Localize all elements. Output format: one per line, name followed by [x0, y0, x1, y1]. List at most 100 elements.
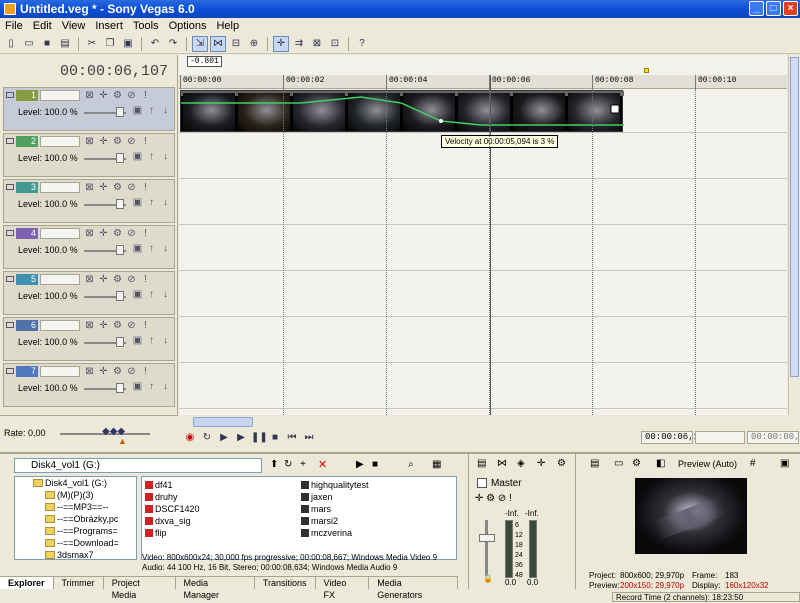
close-button[interactable]: ×: [783, 1, 798, 16]
track-name-field[interactable]: [40, 90, 80, 101]
composite-mode-icon[interactable]: ▣: [132, 381, 143, 392]
composite-mode-icon[interactable]: ▣: [132, 197, 143, 208]
redo-icon[interactable]: ↷: [165, 36, 181, 52]
video-track-header[interactable]: 3 ⊠ ✛ ⚙ ⊘! Level: 100.0 % ▣ ↑ ↓: [3, 179, 175, 223]
envelope-tool-icon[interactable]: ⋈: [210, 35, 226, 52]
explorer-play-icon[interactable]: ▶: [356, 459, 364, 470]
composite-mode-icon[interactable]: ▣: [132, 243, 143, 254]
composite-mode-icon[interactable]: ▣: [132, 289, 143, 300]
tab-media-manager[interactable]: Media Manager: [176, 577, 255, 600]
timeline[interactable]: -0.801 00:00:00 00:00:02 00:00:04 00:00:06 0…: [179, 55, 787, 415]
file-list[interactable]: df41 druhy DSCF1420 dxva_sig flip highqualit…: [141, 476, 457, 560]
explorer-views-icon[interactable]: ▦: [432, 459, 441, 470]
paste-icon[interactable]: ▣: [120, 36, 136, 52]
solo-icon[interactable]: !: [140, 366, 151, 377]
file-item[interactable]: df41: [144, 479, 200, 491]
ignore-grouping-icon[interactable]: ⊡: [327, 36, 343, 52]
track-name-field[interactable]: [40, 366, 80, 377]
mute-icon[interactable]: ⊘: [126, 228, 137, 239]
make-parent-icon[interactable]: ↑: [146, 197, 157, 208]
video-clip[interactable]: [180, 90, 624, 132]
bypass-motion-blur-icon[interactable]: ⊠: [84, 366, 95, 377]
mixer-insert-bus-icon[interactable]: ✛: [537, 458, 545, 469]
cut-icon[interactable]: ✂: [84, 36, 100, 52]
make-child-icon[interactable]: ↓: [160, 105, 171, 116]
what-this-help-icon[interactable]: ?: [354, 36, 370, 52]
folder-tree-item[interactable]: --==Download=: [15, 537, 136, 549]
track-level-thumb[interactable]: [116, 383, 124, 393]
menu-tools[interactable]: Tools: [128, 20, 164, 32]
make-parent-icon[interactable]: ↑: [146, 335, 157, 346]
file-item[interactable]: mars: [300, 503, 369, 515]
make-child-icon[interactable]: ↓: [160, 335, 171, 346]
folder-tree-item[interactable]: --==Obrázky,pc: [15, 513, 136, 525]
video-track-header[interactable]: 1 ⊠ ✛ ⚙ ⊘! Level: 100.0 % ▣ ↑ ↓: [3, 87, 175, 131]
explorer-refresh-icon[interactable]: ↻: [284, 459, 292, 470]
track-motion-icon[interactable]: ✛: [98, 228, 109, 239]
mixer-dim-icon[interactable]: ◈: [517, 458, 525, 469]
track-name-field[interactable]: [40, 228, 80, 239]
selection-length-field[interactable]: 00:00:00,067: [747, 431, 800, 444]
track-minimize-icon[interactable]: [6, 230, 14, 236]
tab-explorer[interactable]: Explorer: [0, 577, 54, 589]
track-name-field[interactable]: [40, 320, 80, 331]
tab-video-fx[interactable]: Video FX: [316, 577, 370, 600]
copy-snapshot-icon[interactable]: ▣: [780, 458, 789, 469]
bypass-motion-blur-icon[interactable]: ⊠: [84, 320, 95, 331]
explorer-up-icon[interactable]: ⬆: [270, 459, 278, 470]
tab-transitions[interactable]: Transitions: [255, 577, 316, 589]
file-item[interactable]: druhy: [144, 491, 200, 503]
solo-icon[interactable]: !: [140, 182, 151, 193]
menu-view[interactable]: View: [57, 20, 91, 32]
track-name-field[interactable]: [40, 274, 80, 285]
composite-mode-icon[interactable]: ▣: [132, 335, 143, 346]
make-child-icon[interactable]: ↓: [160, 151, 171, 162]
make-child-icon[interactable]: ↓: [160, 381, 171, 392]
tab-project-media[interactable]: Project Media: [104, 577, 176, 600]
make-parent-icon[interactable]: ↑: [146, 151, 157, 162]
mute-icon[interactable]: ⊘: [126, 274, 137, 285]
master-fader-track[interactable]: [485, 520, 488, 576]
track-level-thumb[interactable]: [116, 107, 124, 117]
video-track-header[interactable]: 2 ⊠ ✛ ⚙ ⊘! Level: 100.0 % ▣ ↑ ↓: [3, 133, 175, 177]
track-fx-icon[interactable]: ⚙: [112, 90, 123, 101]
file-item[interactable]: jaxen: [300, 491, 369, 503]
make-parent-icon[interactable]: ↑: [146, 289, 157, 300]
normal-edit-tool-icon[interactable]: ⇲: [192, 35, 208, 52]
zoom-tool-icon[interactable]: ⊕: [246, 36, 262, 52]
master-lock-icon[interactable]: 🔒: [483, 574, 493, 583]
undo-icon[interactable]: ↶: [147, 36, 163, 52]
track-minimize-icon[interactable]: [6, 92, 14, 98]
play-from-start-icon[interactable]: ▶: [217, 431, 231, 445]
timeline-horizontal-scrollbar[interactable]: [179, 416, 787, 428]
file-item[interactable]: highqualitytest: [300, 479, 369, 491]
menu-help[interactable]: Help: [211, 20, 244, 32]
vertical-scroll-thumb[interactable]: [790, 57, 799, 377]
bypass-motion-blur-icon[interactable]: ⊠: [84, 274, 95, 285]
track-minimize-icon[interactable]: [6, 322, 14, 328]
horizontal-scroll-thumb[interactable]: [193, 417, 253, 427]
track-level-thumb[interactable]: [116, 245, 124, 255]
folder-tree-item[interactable]: --==MP3==--: [15, 501, 136, 513]
make-child-icon[interactable]: ↓: [160, 289, 171, 300]
menu-file[interactable]: File: [0, 20, 28, 32]
explorer-stop-icon[interactable]: ■: [372, 459, 378, 470]
mute-icon[interactable]: ⊘: [126, 90, 137, 101]
video-track-header[interactable]: 5 ⊠ ✛ ⚙ ⊘! Level: 100.0 % ▣ ↑ ↓: [3, 271, 175, 315]
explorer-add-icon[interactable]: +: [300, 459, 306, 470]
record-icon[interactable]: ◉: [183, 431, 197, 445]
previous-frame-icon[interactable]: ⏮: [285, 431, 299, 445]
preview-quality-dropdown[interactable]: Preview (Auto): [678, 459, 737, 469]
track-fx-icon[interactable]: ⚙: [112, 274, 123, 285]
mixer-properties-icon[interactable]: ▤: [477, 458, 486, 469]
mute-icon[interactable]: ⊘: [126, 366, 137, 377]
file-item[interactable]: marsi2: [300, 515, 369, 527]
timeline-vertical-scrollbar[interactable]: [788, 55, 800, 415]
selection-tool-icon[interactable]: ⊟: [228, 36, 244, 52]
folder-tree-item[interactable]: --==Programs=: [15, 525, 136, 537]
video-track-header[interactable]: 4 ⊠ ✛ ⚙ ⊘! Level: 100.0 % ▣ ↑ ↓: [3, 225, 175, 269]
mute-icon[interactable]: ⊘: [126, 182, 137, 193]
mixer-downmix-icon[interactable]: ⋈: [497, 458, 507, 469]
track-level-thumb[interactable]: [116, 291, 124, 301]
marker-flag[interactable]: [644, 68, 649, 73]
